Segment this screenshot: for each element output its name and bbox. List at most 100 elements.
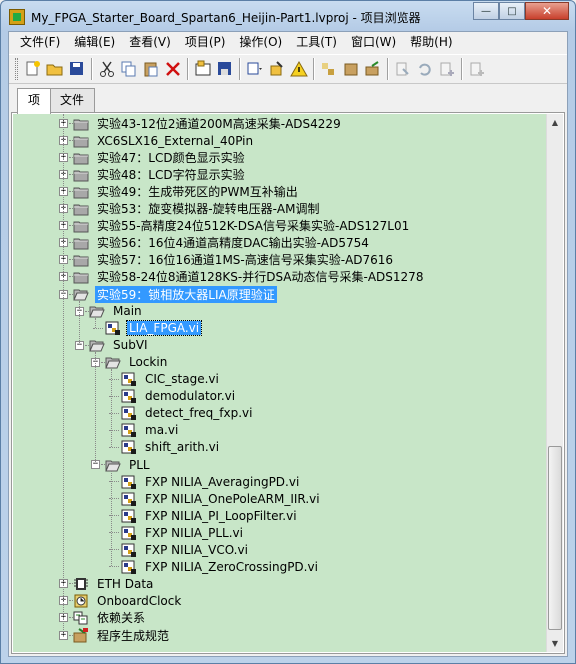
tree-item-label: 实验58-24位8通道128KS-并行DSA动态信号采集-ADS1278 [97,270,424,285]
scroll-down-arrow-icon[interactable]: ▼ [547,635,563,652]
menu-item[interactable]: 帮助(H) [403,32,459,52]
tree-item-label: detect_freq_fxp.vi [145,406,253,421]
tree-item-label: 实验43-12位2通道200M高速采集-ADS4229 [97,117,341,131]
tree-item-label: FXP NILIA_PLL.vi [145,525,243,540]
cut-icon[interactable] [96,58,118,80]
scroll-up-arrow-icon[interactable]: ▲ [547,114,563,131]
tree-item-vi[interactable]: shift_arith.vi [121,439,221,456]
build-icon [73,627,89,643]
tree-item-vi[interactable]: FXP NILIA_PLL.vi [121,524,245,541]
folder-open-icon [89,337,105,353]
tree-item-vi[interactable]: FXP NILIA_VCO.vi [121,541,250,558]
tree-item-vi[interactable]: ma.vi [121,422,180,439]
tree-item[interactable]: 实验53：旋变模拟器-旋转电压器-AM调制 [73,200,322,217]
tab-items[interactable]: 项 [17,88,52,114]
tree-item-vi[interactable]: CIC_stage.vi [121,371,221,388]
close-button[interactable]: ✕ [525,2,569,20]
project-tool-icon[interactable] [192,58,214,80]
tree-item[interactable]: 实验48：LCD字符显示实验 [73,166,247,183]
tree-item-vi[interactable]: FXP NILIA_AveragingPD.vi [121,473,301,490]
tree-item[interactable]: 实验49：生成带死区的PWM互补输出 [73,183,300,200]
toolbar-separator [313,58,315,80]
save-all-icon[interactable] [66,58,88,80]
copy-icon[interactable] [118,58,140,80]
menu-item[interactable]: 文件(F) [13,32,67,52]
tree-item-vi[interactable]: FXP NILIA_ZeroCrossingPD.vi [121,558,320,575]
tree-item[interactable]: OnboardClock [73,592,183,609]
tree-item-label: PLL [129,457,150,472]
paste-icon[interactable] [140,58,162,80]
warning-icon[interactable] [288,58,310,80]
tree-connector [85,310,89,312]
view-options-icon[interactable] [244,58,266,80]
open-icon[interactable] [44,58,66,80]
tree-item-label: 实验56：16位4通道高精度DAC输出实验-AD5754 [97,236,369,251]
tree-connector [111,471,112,567]
tree-item[interactable]: 实验55-高精度24位512K-DSA信号采集实验-ADS127L01 [73,217,411,234]
tree-connector [69,600,73,602]
package-icon[interactable] [340,58,362,80]
deps-icon [73,610,89,626]
tree-item[interactable]: 实验43-12位2通道200M高速采集-ADS4229 [73,115,343,132]
tree-item[interactable]: 实验58-24位8通道128KS-并行DSA动态信号采集-ADS1278 [73,268,425,285]
tree-item[interactable]: 实验47：LCD颜色显示实验 [73,149,247,166]
tree-item-label: FXP NILIA_PI_LoopFilter.vi [145,508,297,523]
clock-icon [73,593,89,609]
toolbar-grip[interactable] [15,58,18,80]
tree-item-vi[interactable]: FXP NILIA_PI_LoopFilter.vi [121,507,299,524]
deploy-icon[interactable] [362,58,384,80]
tree-item[interactable]: XC6SLX16_External_40Pin [73,132,255,149]
scrollbar-thumb[interactable] [548,446,562,630]
view-tabs: 项 文件 [9,88,567,114]
tree-item-label: LIA_FPGA.vi [125,320,203,337]
tree-item-vi[interactable]: LIA_FPGA.vi [105,320,203,337]
tree-item-label: 实验55-高精度24位512K-DSA信号采集实验-ADS127L01 [97,219,410,234]
tree-item-vi[interactable]: FXP NILIA_OnePoleARM_IIR.vi [121,490,322,507]
menu-item[interactable]: 编辑(E) [67,32,122,52]
save-project-icon[interactable] [214,58,236,80]
tree-item-vi[interactable]: detect_freq_fxp.vi [121,405,254,422]
tree-item-vi[interactable]: demodulator.vi [121,388,237,405]
add-file-icon[interactable] [466,58,488,80]
tree-item[interactable]: Lockin [105,354,169,371]
menu-item[interactable]: 操作(O) [232,32,289,52]
tree-item-label: ma.vi [145,423,179,438]
vi-icon [121,439,137,455]
project-tree[interactable]: 实验43-12位2通道200M高速采集-ADS4229 + XC6SLX16_Ext… [13,114,547,652]
tree-item-label: ETH Data [97,576,154,591]
delete-icon[interactable] [162,58,184,80]
vi-icon [121,422,137,438]
menu-item[interactable]: 项目(P) [178,32,233,52]
folder-icon [73,116,89,132]
menu-item[interactable]: 工具(T) [289,32,344,52]
tree-connector [109,566,119,568]
menu-item[interactable]: 查看(V) [122,32,178,52]
tree-item-label: 实验59：锁相放大器LIA原理验证 [95,285,277,303]
tree-item[interactable]: 实验59：锁相放大器LIA原理验证 [73,285,277,303]
tree-item[interactable]: 程序生成规范 [73,627,171,644]
tree-connector [79,300,80,345]
new-icon[interactable] [22,58,44,80]
source-control-icon[interactable] [392,58,414,80]
tree-item-label: SubVI [113,338,148,353]
tree-item[interactable]: 依赖关系 [73,609,147,626]
tree-item-label: 实验47：LCD颜色显示实验 [97,151,245,166]
title-bar[interactable]: My_FPGA_Starter_Board_Spartan6_Heijin-Pa… [1,1,575,31]
minimize-button[interactable]: — [473,2,499,20]
add-to-source-icon[interactable] [436,58,458,80]
tree-item-label: FXP NILIA_ZeroCrossingPD.vi [145,559,318,574]
tree-item[interactable]: 实验57：16位16通道1MS-高速信号采集实验-AD7616 [73,251,395,268]
tree-item[interactable]: ETH Data [73,575,155,592]
menu-item[interactable]: 窗口(W) [344,32,403,52]
tree-item[interactable]: 实验56：16位4通道高精度DAC输出实验-AD5754 [73,234,371,251]
folder-icon [73,252,89,268]
build-tool-icon[interactable] [318,58,340,80]
tree-item[interactable]: SubVI [89,337,150,354]
undo-checkout-icon[interactable] [414,58,436,80]
properties-icon[interactable] [266,58,288,80]
tree-connector [69,174,73,176]
vertical-scrollbar[interactable]: ▲ ▼ [546,114,563,652]
maximize-button[interactable]: □ [499,2,525,20]
tab-files[interactable]: 文件 [49,88,96,112]
tree-item[interactable]: Main [89,303,144,320]
